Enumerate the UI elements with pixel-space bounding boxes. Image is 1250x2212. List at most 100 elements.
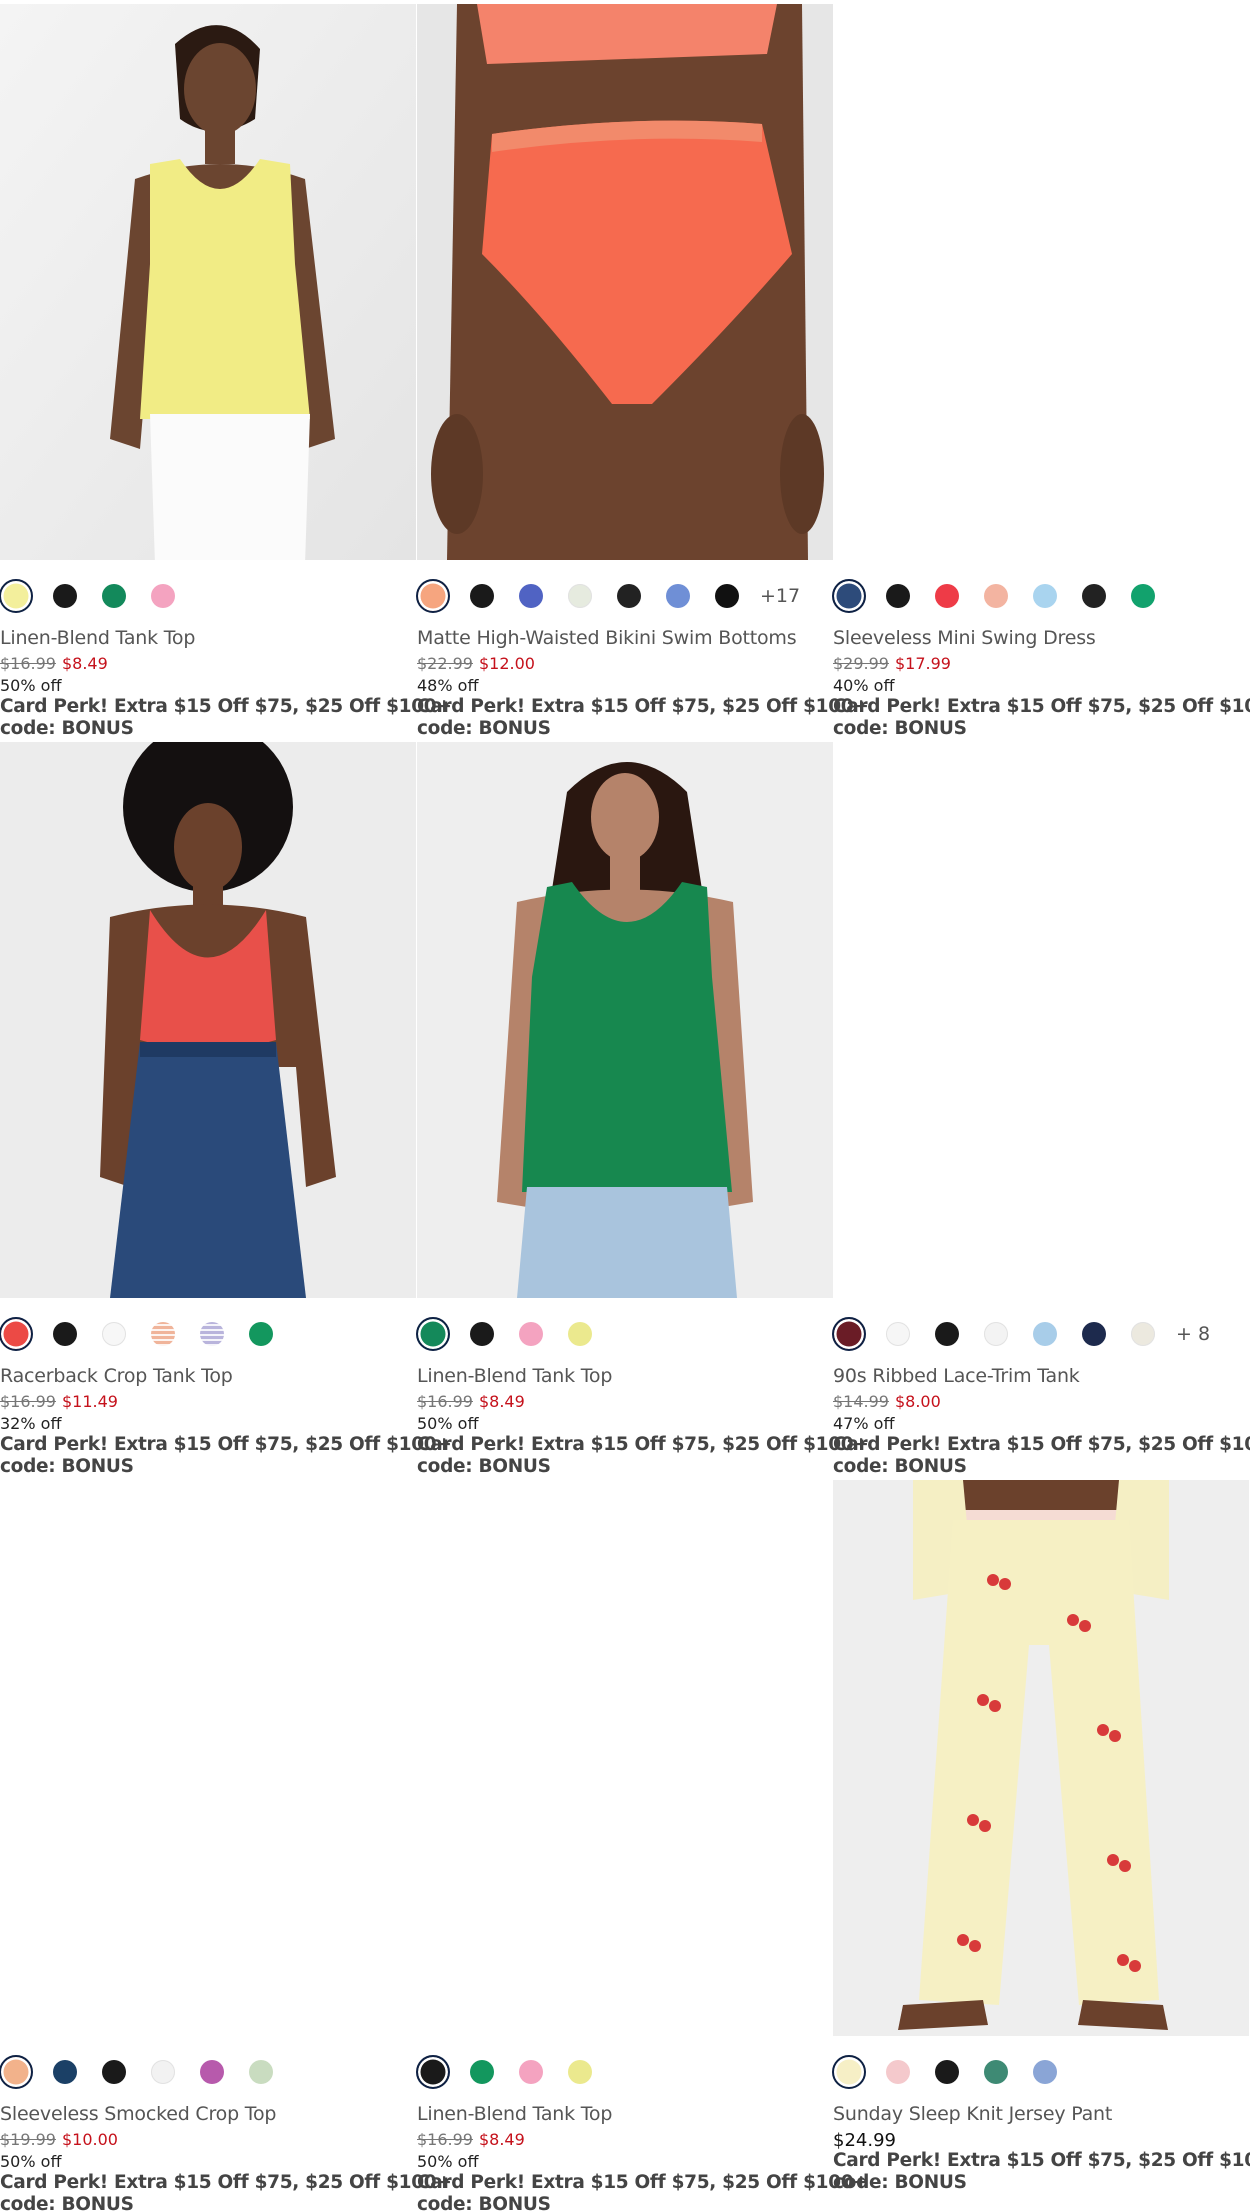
color-swatch[interactable] [53, 2060, 77, 2084]
product-price: $16.99 $8.49 [417, 1392, 525, 1411]
color-swatch[interactable] [470, 1322, 494, 1346]
product-image[interactable] [833, 4, 1249, 560]
color-swatches: +17 [416, 579, 800, 613]
product-name[interactable]: Sleeveless Mini Swing Dress [833, 627, 1249, 649]
color-swatch[interactable] [151, 584, 175, 608]
product-name[interactable]: Sleeveless Smocked Crop Top [0, 2103, 416, 2125]
color-swatch[interactable] [886, 2060, 910, 2084]
product-name[interactable]: Linen-Blend Tank Top [0, 627, 416, 649]
color-swatch[interactable] [470, 2060, 494, 2084]
product-image[interactable] [0, 742, 416, 1298]
color-swatch[interactable] [1131, 584, 1155, 608]
product-image[interactable] [0, 1480, 416, 2036]
color-swatch[interactable] [568, 1322, 592, 1346]
color-swatch[interactable] [568, 2060, 592, 2084]
perk-code: code: BONUS [833, 1456, 967, 1477]
card-perk-promo: Card Perk! Extra $15 Off $75, $25 Off $1… [833, 696, 1250, 740]
product-card[interactable]: Linen-Blend Tank Top $16.99 $8.49 50% off… [416, 738, 869, 1477]
product-card[interactable]: Racerback Crop Tank Top $16.99 $11.49 32%… [0, 738, 452, 1478]
color-swatch[interactable] [1033, 2060, 1057, 2084]
color-swatch[interactable] [416, 1317, 450, 1351]
color-swatch[interactable] [1082, 584, 1106, 608]
color-swatch[interactable] [249, 2060, 273, 2084]
product-image[interactable] [0, 4, 416, 560]
color-swatch[interactable] [53, 1322, 77, 1346]
product-price: $29.99 $17.99 [833, 654, 951, 673]
perk-code: code: BONUS [417, 2194, 551, 2212]
product-price: $22.99 $12.00 [417, 654, 535, 673]
product-card[interactable]: Sleeveless Smocked Crop Top $19.99 $10.00… [0, 1476, 452, 2212]
color-swatch[interactable] [886, 584, 910, 608]
color-swatch[interactable] [1033, 584, 1057, 608]
color-swatch[interactable] [102, 584, 126, 608]
color-swatch[interactable] [832, 579, 866, 613]
color-swatch[interactable] [935, 2060, 959, 2084]
color-swatch[interactable] [200, 2060, 224, 2084]
product-card[interactable]: Sunday Sleep Knit Jersey Pant $24.99 Car… [832, 1476, 1250, 2212]
color-swatch[interactable] [151, 2060, 175, 2084]
color-swatch[interactable] [984, 584, 1008, 608]
product-name[interactable]: Linen-Blend Tank Top [417, 2103, 833, 2125]
original-price: $29.99 [833, 654, 889, 673]
product-name[interactable]: 90s Ribbed Lace-Trim Tank [833, 1365, 1249, 1387]
color-swatch[interactable] [832, 1317, 866, 1351]
color-swatch[interactable] [1033, 1322, 1057, 1346]
product-card[interactable]: Linen-Blend Tank Top $16.99 $8.49 50% off… [0, 0, 452, 739]
color-swatch[interactable] [416, 2055, 450, 2089]
color-swatch[interactable] [416, 579, 450, 613]
product-name[interactable]: Sunday Sleep Knit Jersey Pant [833, 2103, 1249, 2125]
more-colors-link[interactable]: + 8 [1176, 1323, 1210, 1345]
color-swatch[interactable] [102, 1322, 126, 1346]
color-swatch[interactable] [568, 584, 592, 608]
color-swatch[interactable] [715, 584, 739, 608]
product-image[interactable] [417, 742, 833, 1298]
product-price: $14.99 $8.00 [833, 1392, 941, 1411]
green-tank-top-photo [417, 742, 833, 1298]
discount-percent: 50% off [417, 2152, 479, 2171]
color-swatch[interactable] [832, 2055, 866, 2089]
color-swatch[interactable] [984, 2060, 1008, 2084]
color-swatch[interactable] [519, 584, 543, 608]
color-swatch[interactable] [53, 584, 77, 608]
product-image[interactable] [417, 4, 833, 560]
color-swatch[interactable] [1082, 1322, 1106, 1346]
more-colors-link[interactable]: +17 [760, 585, 800, 607]
product-name[interactable]: Linen-Blend Tank Top [417, 1365, 833, 1387]
product-card[interactable]: +17 Matte High-Waisted Bikini Swim Botto… [416, 0, 869, 739]
perk-code: code: BONUS [833, 718, 967, 739]
color-swatch[interactable] [886, 1322, 910, 1346]
color-swatch[interactable] [984, 1322, 1008, 1346]
product-card[interactable]: Sleeveless Mini Swing Dress $29.99 $17.99… [832, 0, 1250, 740]
color-swatch[interactable] [617, 584, 641, 608]
color-swatch[interactable] [519, 2060, 543, 2084]
color-swatch[interactable] [1131, 1322, 1155, 1346]
color-swatch[interactable] [666, 584, 690, 608]
color-swatch[interactable] [0, 1317, 33, 1351]
product-image[interactable] [833, 1480, 1249, 2036]
color-swatch[interactable] [102, 2060, 126, 2084]
color-swatch[interactable] [151, 1322, 175, 1346]
color-swatches [832, 579, 1180, 613]
product-card[interactable]: Linen-Blend Tank Top $16.99 $8.49 50% off… [416, 1476, 869, 2212]
product-name[interactable]: Racerback Crop Tank Top [0, 1365, 416, 1387]
perk-line: Card Perk! Extra $15 Off $75, $25 Off $1… [0, 2172, 452, 2193]
color-swatches [832, 2055, 1082, 2089]
product-image[interactable] [833, 742, 1249, 1298]
color-swatch[interactable] [0, 2055, 33, 2089]
color-swatch[interactable] [0, 579, 33, 613]
sale-price: $8.49 [478, 1392, 525, 1411]
original-price: $14.99 [833, 1392, 889, 1411]
product-image[interactable] [417, 1480, 833, 2036]
color-swatch[interactable] [200, 1322, 224, 1346]
product-name[interactable]: Matte High-Waisted Bikini Swim Bottoms [417, 627, 833, 649]
color-swatch[interactable] [249, 1322, 273, 1346]
color-swatch[interactable] [519, 1322, 543, 1346]
product-card[interactable]: + 8 90s Ribbed Lace-Trim Tank $14.99 $8.0… [832, 738, 1250, 1477]
color-swatch[interactable] [935, 1322, 959, 1346]
product-price: $16.99 $11.49 [0, 1392, 118, 1411]
color-swatch[interactable] [470, 584, 494, 608]
card-perk-promo: Card Perk! Extra $15 Off $75, $25 Off $1… [0, 1434, 452, 1478]
color-swatch[interactable] [935, 584, 959, 608]
original-price: $16.99 [0, 654, 56, 673]
sale-price: $8.49 [478, 2130, 525, 2149]
